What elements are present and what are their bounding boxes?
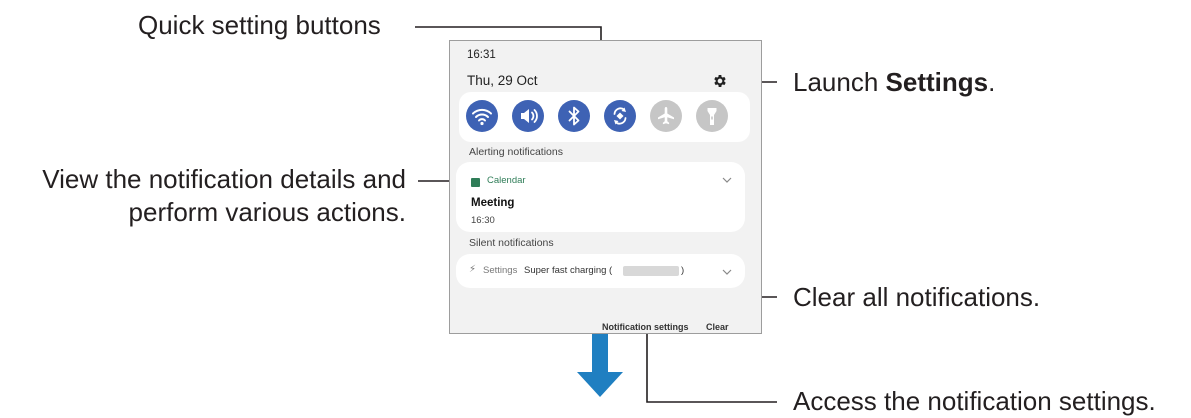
bluetooth-icon [568,106,580,126]
meeting-time: 16:30 [471,215,495,226]
charging-text-close: ) [681,265,685,276]
callout-access-notification-settings: Access the notification settings. [793,386,1156,416]
bluetooth-button[interactable] [558,100,590,132]
chevron-down-icon[interactable] [722,269,732,275]
calendar-icon [471,178,480,187]
status-date: Thu, 29 Oct [467,73,538,88]
flashlight-button[interactable] [696,100,728,132]
auto-rotate-button[interactable] [604,100,636,132]
flashlight-icon [707,108,717,125]
callout-launch-settings: Launch Settings. [793,66,995,99]
callout-launch-bold: Settings [885,67,989,97]
sound-icon [521,109,538,123]
meeting-title: Meeting [471,197,515,209]
notification-settings-button[interactable]: Notification settings [602,322,689,332]
wifi-icon [472,108,492,126]
sound-button[interactable] [512,100,544,132]
status-time: 16:31 [467,49,496,61]
quick-settings-row [459,92,750,142]
callout-launch-prefix: Launch [793,67,886,97]
redacted-value [623,266,679,276]
callout-launch-suffix: . [988,67,996,97]
chevron-down-icon[interactable] [722,177,732,183]
settings-notification-card[interactable]: ⚡ Settings Super fast charging ( ) [456,254,745,288]
callout-view-details-line2: perform various actions. [128,197,406,227]
calendar-app-name: Calendar [487,175,526,186]
callout-view-details-line1: View the notification details and [42,164,406,194]
notification-panel: 16:31 Thu, 29 Oct Alerting notifications… [449,40,762,334]
wifi-button[interactable] [466,100,498,132]
auto-rotate-icon [613,107,627,125]
clear-button[interactable]: Clear [706,322,729,332]
callout-clear-all: Clear all notifications. [793,282,1041,312]
callout-view-details: View the notification details and perfor… [42,163,406,229]
settings-app-name: Settings [483,265,518,276]
callout-quick-setting-buttons: Quick setting buttons [138,10,381,40]
charging-text: Super fast charging ( [524,265,613,276]
silent-notifications-label: Silent notifications [469,237,554,249]
calendar-notification-card[interactable]: Calendar Meeting 16:30 [456,162,745,232]
airplane-mode-button[interactable] [650,100,682,132]
gear-icon[interactable] [712,73,728,89]
airplane-mode-icon [658,107,674,125]
charging-bolt-icon: ⚡ [469,264,477,275]
alerting-notifications-label: Alerting notifications [469,146,563,158]
